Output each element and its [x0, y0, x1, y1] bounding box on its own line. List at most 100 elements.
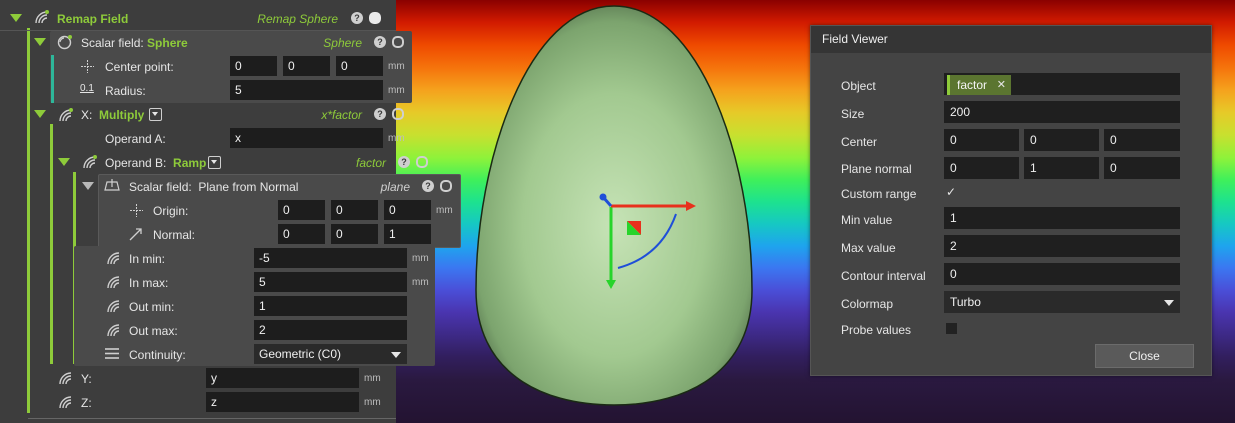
collapse-toggle[interactable]: [58, 158, 70, 166]
colormap-select[interactable]: Turbo: [944, 291, 1180, 313]
plane-expression[interactable]: plane: [330, 180, 410, 194]
remove-chip-icon[interactable]: ✕: [997, 75, 1006, 95]
in-min-label: In min:: [129, 252, 166, 266]
visibility-dot-icon[interactable]: [369, 12, 381, 24]
z-axis-handle[interactable]: [599, 193, 607, 201]
x-expression[interactable]: x*factor: [280, 108, 362, 122]
radius-icon: 0.1: [80, 83, 94, 94]
operand-b-expression[interactable]: factor: [300, 156, 386, 170]
normal-y-field[interactable]: 0: [331, 224, 378, 244]
normal-x-field[interactable]: 0: [278, 224, 325, 244]
crosshair-icon: [81, 60, 94, 73]
object-chip-label: factor: [957, 78, 988, 92]
object-label: Object: [841, 79, 876, 93]
collapse-toggle[interactable]: [82, 182, 94, 190]
center-x-field[interactable]: 0: [230, 56, 277, 76]
out-min-label: Out min:: [129, 300, 175, 314]
visibility-dot-icon[interactable]: [392, 36, 404, 48]
operand-a-label: Operand A:: [105, 132, 166, 146]
collapse-toggle[interactable]: [34, 110, 46, 118]
center-y-field[interactable]: 0: [1024, 129, 1099, 151]
origin-x-field[interactable]: 0: [278, 200, 325, 220]
sphere-expression[interactable]: Sphere: [280, 36, 362, 50]
center-x-field[interactable]: 0: [944, 129, 1019, 151]
unit-label: mm: [364, 397, 381, 408]
out-max-field[interactable]: 2: [254, 320, 407, 340]
unit-label: mm: [388, 61, 405, 72]
help-icon[interactable]: ?: [398, 156, 410, 168]
plane-normal-y-field[interactable]: 1: [1024, 157, 1099, 179]
help-icon[interactable]: ?: [374, 36, 386, 48]
center-point-label: Center point:: [105, 60, 174, 74]
unit-label: mm: [412, 277, 429, 288]
origin-y-field[interactable]: 0: [331, 200, 378, 220]
out-max-label: Out max:: [129, 324, 178, 338]
center-z-field[interactable]: 0: [336, 56, 383, 76]
field-node-icon: [59, 108, 73, 122]
operand-a-field[interactable]: x: [230, 128, 383, 148]
origin-label: Origin:: [153, 204, 189, 218]
z-field[interactable]: z: [206, 392, 359, 412]
center-z-field[interactable]: 0: [1104, 129, 1180, 151]
plane-icon: [104, 179, 120, 191]
normal-arrow-icon: [129, 228, 142, 241]
y-label: Y:: [81, 372, 92, 386]
unit-label: mm: [388, 85, 405, 96]
help-icon[interactable]: ?: [351, 12, 363, 24]
center-y-field[interactable]: 0: [283, 56, 330, 76]
colormap-value: Turbo: [950, 295, 981, 309]
node-expression[interactable]: Remap Sphere: [248, 12, 338, 26]
plane-normal-x-field[interactable]: 0: [944, 157, 1019, 179]
x-label: X: Multiply: [81, 108, 145, 122]
visibility-dot-icon[interactable]: [440, 180, 452, 192]
tree-line: [50, 124, 53, 364]
sphere-icon: [57, 35, 72, 50]
unit-label: mm: [364, 373, 381, 384]
min-value-label: Min value: [841, 213, 893, 227]
object-chip[interactable]: factor ✕: [947, 75, 1011, 95]
continuity-select[interactable]: Geometric (C0): [254, 344, 407, 364]
contour-interval-label: Contour interval: [841, 269, 926, 283]
dialog-title[interactable]: Field Viewer: [811, 26, 1211, 53]
max-value-field[interactable]: 2: [944, 235, 1180, 257]
help-icon[interactable]: ?: [422, 180, 434, 192]
contour-interval-field[interactable]: 0: [944, 263, 1180, 285]
operand-b-label: Operand B: Ramp: [105, 156, 207, 170]
close-button[interactable]: Close: [1095, 344, 1194, 368]
probe-values-checkbox[interactable]: [946, 323, 957, 334]
normal-label: Normal:: [153, 228, 196, 242]
z-label: Z:: [81, 396, 92, 410]
custom-range-label: Custom range: [841, 187, 917, 201]
min-value-field[interactable]: 1: [944, 207, 1180, 229]
custom-range-checkbox[interactable]: ✓: [946, 185, 957, 199]
size-label: Size: [841, 107, 865, 121]
normal-z-field[interactable]: 1: [384, 224, 431, 244]
tree-line: [27, 28, 30, 413]
tree-line: [51, 55, 54, 103]
collapse-toggle[interactable]: [34, 38, 46, 46]
max-value-label: Max value: [841, 241, 896, 255]
visibility-dot-icon[interactable]: [392, 108, 404, 120]
type-dropdown-button[interactable]: [149, 108, 162, 121]
y-field[interactable]: y: [206, 368, 359, 388]
help-icon[interactable]: ?: [374, 108, 386, 120]
plane-normal-label: Plane normal: [841, 162, 912, 176]
out-min-field[interactable]: 1: [254, 296, 407, 316]
plane-label: Scalar field: Plane from Normal: [129, 180, 299, 194]
unit-label: mm: [388, 133, 405, 144]
chevron-down-icon: [1164, 300, 1174, 306]
origin-z-field[interactable]: 0: [384, 200, 431, 220]
in-min-field[interactable]: -5: [254, 248, 407, 268]
check-icon: ✓: [946, 185, 957, 199]
ramp-param-icon: [107, 252, 120, 265]
visibility-dot-icon[interactable]: [416, 156, 428, 168]
size-field[interactable]: 200: [944, 101, 1180, 123]
node-title: Remap Field: [57, 12, 129, 26]
plane-normal-z-field[interactable]: 0: [1104, 157, 1180, 179]
chevron-down-icon: [391, 352, 401, 358]
in-max-label: In max:: [129, 276, 169, 290]
radius-field[interactable]: 5: [230, 80, 383, 100]
in-max-field[interactable]: 5: [254, 272, 407, 292]
collapse-toggle[interactable]: [10, 14, 22, 22]
type-dropdown-button[interactable]: [208, 156, 221, 169]
